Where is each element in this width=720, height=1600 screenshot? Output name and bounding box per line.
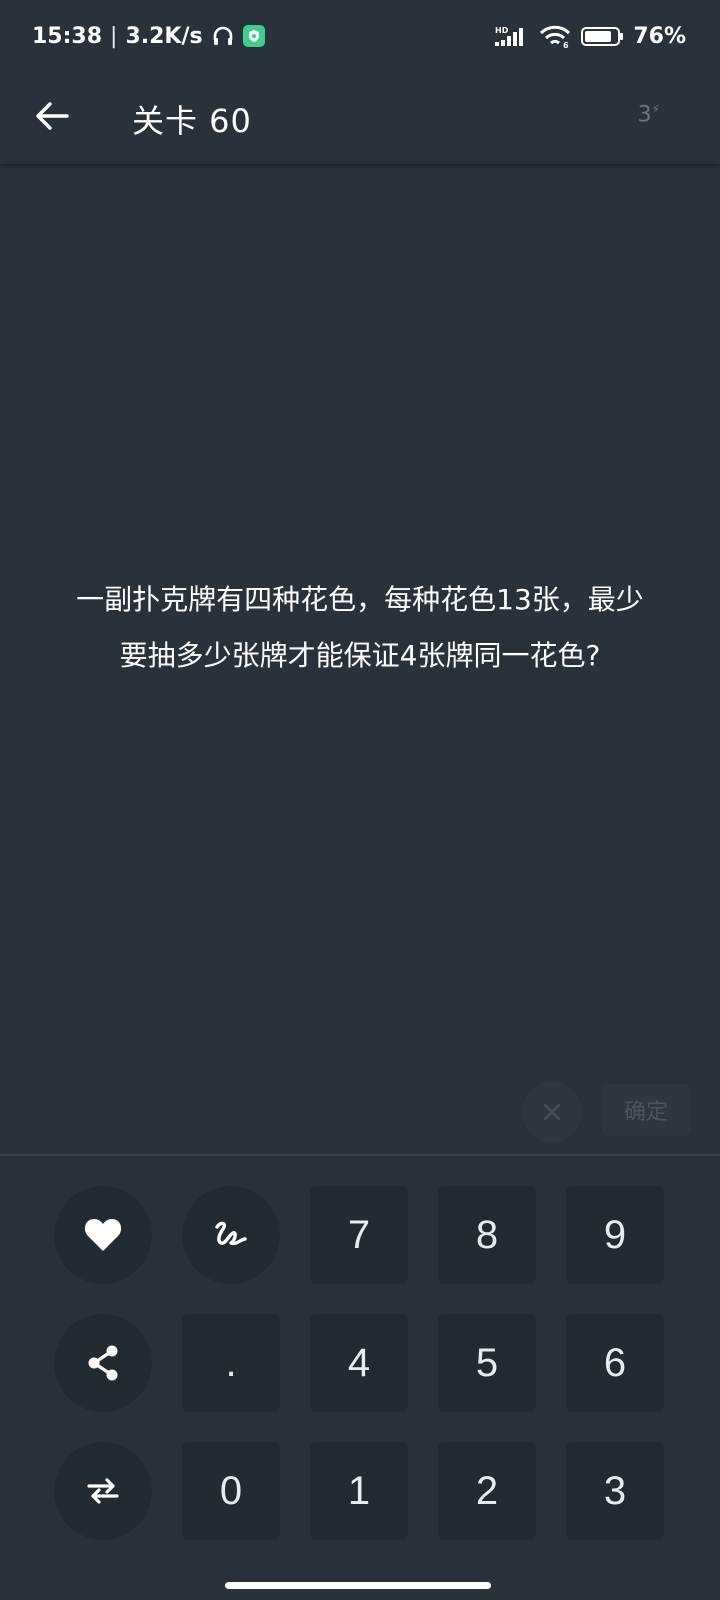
question-line-1: 一副扑克牌有四种花色，每种花色13张，最少 <box>76 583 644 616</box>
status-time: 15:38 <box>32 23 103 49</box>
battery-percent: 76% <box>633 23 686 49</box>
share-icon <box>88 1345 118 1381</box>
key-0[interactable]: 0 <box>182 1442 280 1540</box>
svg-text:6: 6 <box>563 41 569 48</box>
back-button[interactable] <box>30 94 74 138</box>
favorite-button[interactable] <box>54 1186 152 1284</box>
status-left: 15:38 | 3.2K/s <box>32 24 265 49</box>
hint-count-value: 3 <box>637 102 652 128</box>
close-icon <box>543 1103 561 1121</box>
question-text: 一副扑克牌有四种花色，每种花色13张，最少 要抽多少张牌才能保证4张牌同一花色? <box>20 572 700 684</box>
clear-answer-button[interactable] <box>522 1082 582 1142</box>
svg-text:HD: HD <box>495 26 509 35</box>
key-1[interactable]: 1 <box>310 1442 408 1540</box>
security-shield-icon <box>242 25 265 47</box>
key-5[interactable]: 5 <box>438 1314 536 1412</box>
headphones-icon <box>211 24 235 48</box>
status-right: HD 6 76% <box>495 24 686 49</box>
key-6[interactable]: 6 <box>566 1314 664 1412</box>
home-indicator[interactable] <box>225 1582 491 1589</box>
heart-icon <box>84 1219 122 1251</box>
status-separator: | <box>110 23 118 49</box>
page-title: 关卡 60 <box>132 102 252 140</box>
key-2[interactable]: 2 <box>438 1442 536 1540</box>
key-4[interactable]: 4 <box>310 1314 408 1412</box>
hint-count[interactable]: 3⚡ <box>638 102 660 127</box>
network-speed: 3.2K/s <box>125 23 203 49</box>
status-bar: 15:38 | 3.2K/s HD 6 76% <box>0 0 720 72</box>
share-button[interactable] <box>54 1314 152 1412</box>
swap-arrows-icon <box>87 1478 119 1504</box>
key-8[interactable]: 8 <box>438 1186 536 1284</box>
keypad-divider <box>0 1154 720 1156</box>
key-7[interactable]: 7 <box>310 1186 408 1284</box>
key-dot[interactable]: . <box>182 1314 280 1412</box>
question-line-2: 要抽多少张牌才能保证4张牌同一花色? <box>119 639 601 672</box>
confirm-button[interactable]: 确定 <box>602 1084 690 1136</box>
key-3[interactable]: 3 <box>566 1442 664 1540</box>
scribble-icon <box>215 1221 247 1246</box>
hd-signal-icon: HD <box>495 24 531 48</box>
battery-icon <box>581 24 625 48</box>
handwriting-button[interactable] <box>182 1186 280 1284</box>
wifi-icon: 6 <box>539 24 573 48</box>
switch-button[interactable] <box>54 1442 152 1540</box>
app-bar: 关卡 60 3⚡ <box>0 72 720 164</box>
key-9[interactable]: 9 <box>566 1186 664 1284</box>
arrow-left-icon <box>36 102 69 130</box>
hint-icon: ⚡ <box>651 102 660 116</box>
